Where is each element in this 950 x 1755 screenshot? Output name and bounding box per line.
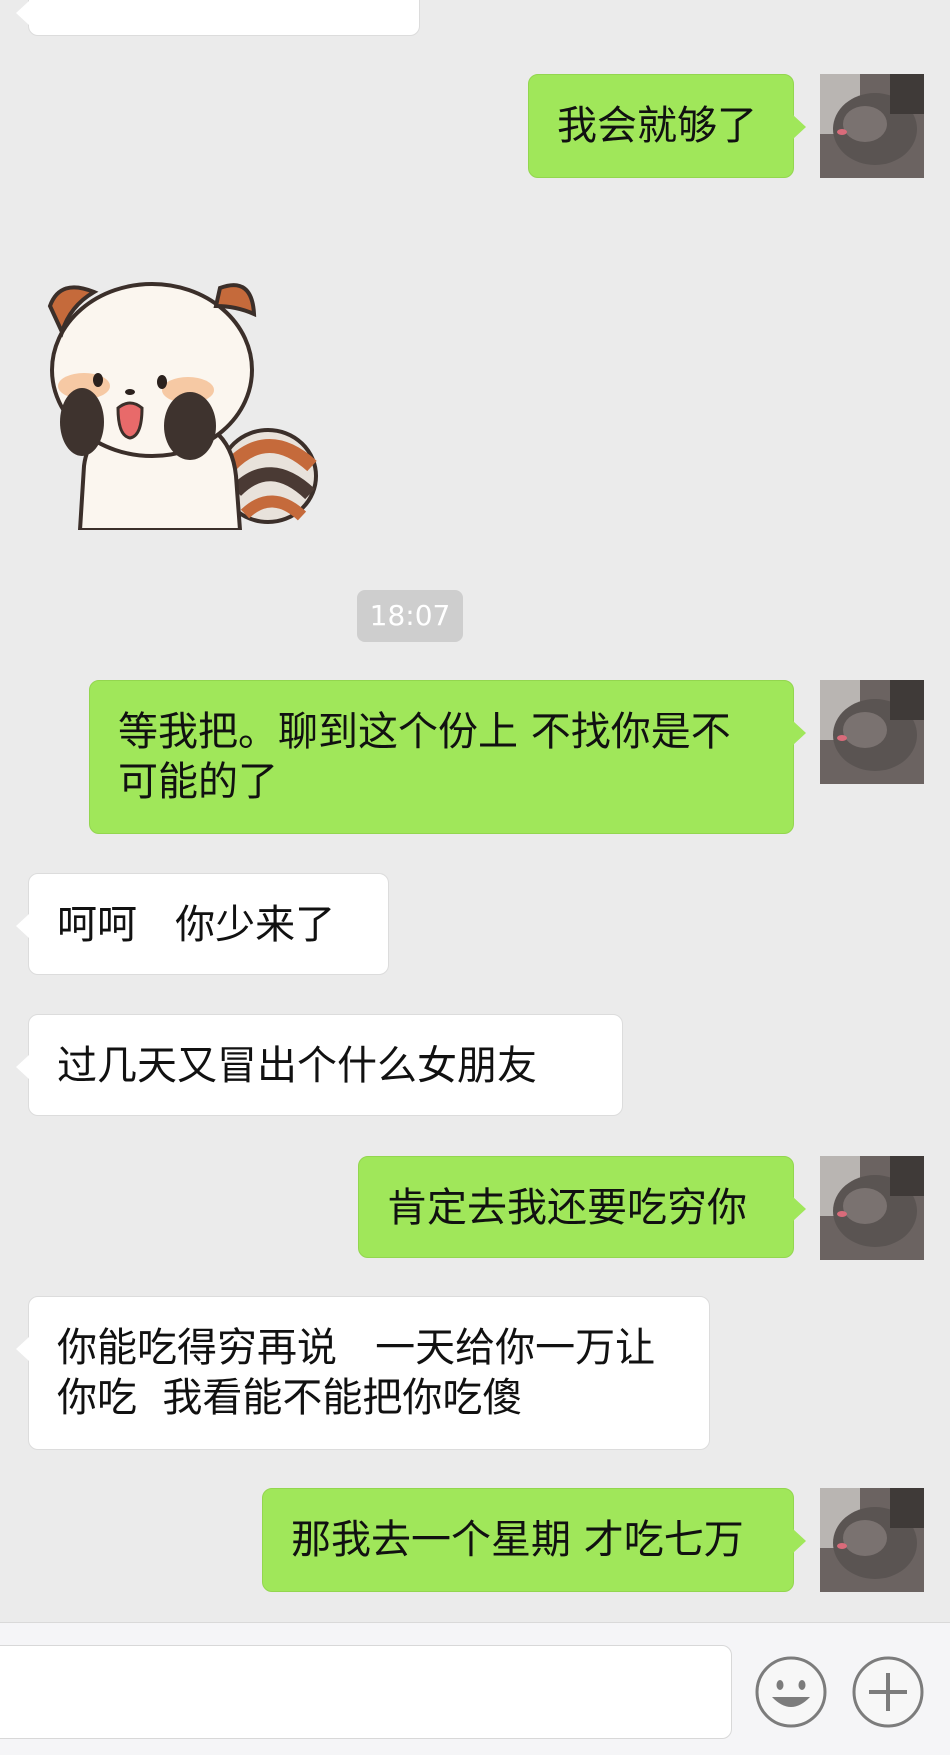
message-bubble-sent[interactable]: 等我把。聊到这个份上 不找你是不可能的了 <box>89 680 806 834</box>
raccoon-sticker[interactable] <box>30 266 330 532</box>
my-avatar[interactable] <box>820 74 924 178</box>
message-input-bar <box>0 1622 950 1755</box>
message-bubble-received[interactable]: 你能吃得穷再说 一天给你一万让你吃 我看能不能把你吃傻 <box>16 1296 710 1450</box>
message-bubble-received[interactable]: 呵呵 你少来了 <box>16 873 389 975</box>
smiley-face-icon[interactable] <box>754 1655 828 1729</box>
my-avatar[interactable] <box>820 1156 924 1260</box>
message-bubble-sent[interactable]: 我会就够了 <box>528 74 806 178</box>
plus-icon[interactable] <box>851 1655 925 1729</box>
message-bubble-sent[interactable]: 那我去一个星期 才吃七万 <box>262 1488 806 1592</box>
message-input-field[interactable] <box>0 1645 732 1739</box>
message-bubble-received[interactable]: 过几天又冒出个什么女朋友 <box>16 1014 623 1116</box>
message-bubble-sent[interactable]: 肯定去我还要吃穷你 <box>358 1156 806 1258</box>
my-avatar[interactable] <box>820 1488 924 1592</box>
message-bubble-partial <box>16 0 420 36</box>
timestamp: 18:07 <box>357 590 463 642</box>
my-avatar[interactable] <box>820 680 924 784</box>
